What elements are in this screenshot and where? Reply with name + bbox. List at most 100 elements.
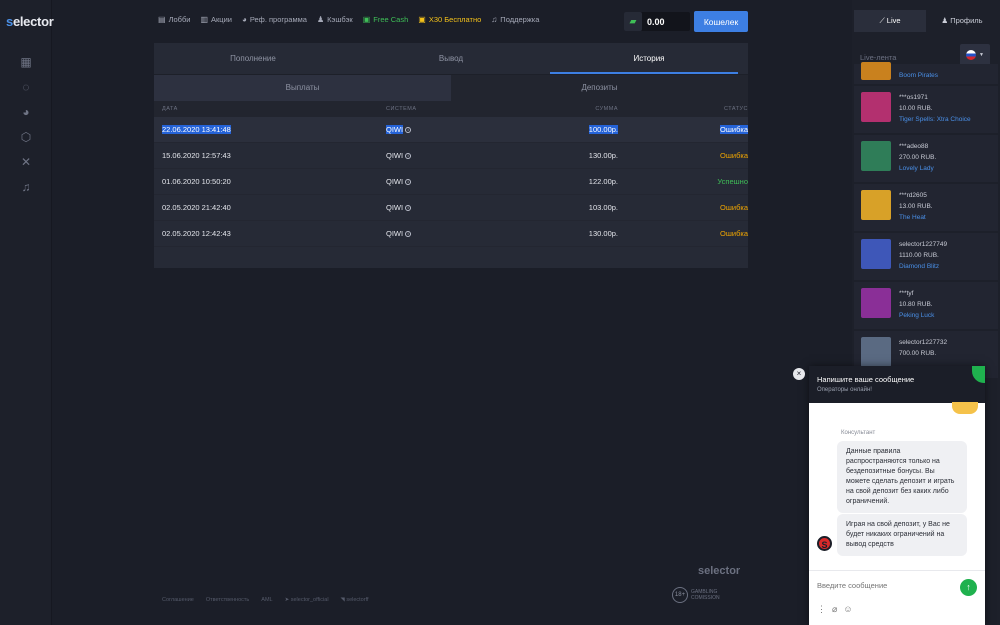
brand-logo[interactable]: selector	[6, 14, 54, 29]
feed-user: ***adeo88	[899, 143, 929, 150]
footer-link-responsibility[interactable]: Ответственность	[206, 597, 249, 603]
chat-title: Напишите ваше сообщение	[817, 375, 915, 384]
feed-amount: 700.00 RUB.	[899, 350, 937, 357]
tab-deposit[interactable]: Пополнение	[154, 43, 352, 74]
feed-user: selector1227749	[899, 241, 948, 248]
nav-cashback[interactable]: ♟ Кэшбэк	[317, 15, 353, 24]
footer-logo: selector	[698, 565, 741, 577]
info-icon[interactable]: i	[405, 179, 412, 186]
game-thumbnail	[861, 337, 891, 367]
x30-gift-icon: ▣	[418, 15, 426, 24]
game-thumbnail	[861, 288, 891, 318]
list-item[interactable]: ***rd2605 13.00 RUB. The Heat	[854, 184, 998, 231]
game-thumbnail	[861, 141, 891, 171]
row-date: 15.06.2020 12:57:43	[162, 151, 231, 160]
top-nav: ▤ Лобби ▥ Акции ◕ Реф. программа ♟ Кэшбэк ▣ F…	[158, 15, 539, 24]
tab-history[interactable]: История	[550, 43, 748, 74]
attach-icon[interactable]: ⌀	[832, 604, 837, 615]
chat-header: Напишите ваше сообщение Операторы онлайн…	[809, 366, 985, 403]
language-selector[interactable]: ▼	[960, 44, 990, 66]
row-system: QIWI	[386, 177, 404, 186]
row-date: 01.06.2020 10:50:20	[162, 177, 231, 186]
crossed-swords-icon[interactable]: ✕	[19, 155, 33, 169]
freecash-gift-icon: ▣	[362, 15, 371, 24]
feed-user: ***tyf	[899, 290, 914, 297]
row-amount: 130.00р.	[588, 151, 618, 160]
nav-promo[interactable]: ▥ Акции	[200, 15, 232, 24]
chat-input-area: ↑	[809, 570, 985, 602]
consultant-label: Консультант	[841, 430, 876, 436]
info-icon[interactable]: i	[405, 205, 412, 212]
dice-icon[interactable]: ⬡	[19, 130, 33, 144]
table-header: ДАТА СИСТЕМА СУММА СТАТУС	[154, 101, 748, 117]
row-system: QIWI	[386, 229, 404, 238]
info-icon[interactable]: i	[405, 127, 412, 134]
tab-profile[interactable]: ♟ Профиль	[926, 10, 998, 32]
live-casino-icon[interactable]: ◌	[19, 80, 33, 94]
feed-user: selector1227732	[899, 339, 948, 346]
table-row: 02.05.2020 12:42:43 QIWI i 130.00р. Ошибк…	[154, 221, 748, 247]
wallet-button[interactable]: Кошелек	[694, 11, 748, 32]
feed-game: Peking Luck	[899, 312, 935, 319]
nav-lobby[interactable]: ▤ Лобби	[158, 15, 190, 24]
send-button[interactable]: ↑	[960, 579, 977, 596]
list-item[interactable]: ***tyf 10.80 RUB. Peking Luck	[854, 282, 998, 329]
footer-link-agreement[interactable]: Соглашение	[162, 597, 194, 603]
balance-display: ▰ 0.00	[624, 12, 690, 31]
row-system: QIWI	[386, 125, 404, 134]
table-row: 22.06.2020 13:41:48 QIWI i 100.00р. Ошибк…	[154, 117, 748, 143]
footer-link-vk[interactable]: ◥ selectorff	[341, 597, 369, 603]
feed-game: Lovely Lady	[899, 165, 934, 172]
chat-message: Данные правила распространяются только н…	[837, 441, 967, 513]
nav-support[interactable]: ♫ Поддержка	[491, 15, 539, 24]
table-row: 02.05.2020 21:42:40 QIWI i 103.00р. Ошибк…	[154, 195, 748, 221]
tab-withdraw[interactable]: Вывод	[352, 43, 550, 74]
slots-icon[interactable]: ▦	[19, 55, 33, 69]
nav-referral[interactable]: ◕ Реф. программа	[242, 15, 307, 24]
message-input[interactable]	[817, 581, 957, 590]
more-icon[interactable]: ⋮	[817, 604, 826, 615]
emoji-icon[interactable]: ☺	[843, 604, 852, 615]
nav-freecash[interactable]: ▣ Free Cash	[363, 15, 409, 24]
feed-amount: 10.00 RUB.	[899, 105, 933, 112]
feed-game: Boom Pirates	[899, 72, 939, 79]
row-system: QIWI	[386, 203, 404, 212]
row-status: Успешно	[717, 177, 748, 186]
game-thumbnail	[861, 190, 891, 220]
subtab-payouts[interactable]: Выплаты	[154, 75, 451, 101]
main-tabs: Пополнение Вывод История	[154, 43, 748, 75]
feed-user: ***os1971	[899, 94, 928, 101]
chat-widget: × Напишите ваше сообщение Операторы онла…	[793, 366, 985, 625]
list-item[interactable]: ***adeo88 270.00 RUB. Lovely Lady	[854, 135, 998, 182]
support-headset-icon[interactable]: ♫	[19, 180, 33, 194]
sports-icon[interactable]: ◕	[19, 105, 33, 119]
tab-live[interactable]: ⟋ Live	[854, 10, 926, 32]
col-amount: СУММА	[595, 106, 618, 112]
feed-amount: 13.00 RUB.	[899, 203, 933, 210]
footer-link-telegram[interactable]: ➤ selector_official	[285, 597, 329, 603]
row-status: Ошибка	[720, 125, 748, 134]
russia-flag-icon	[966, 50, 977, 60]
money-icon: ▰	[624, 12, 642, 31]
close-icon[interactable]: ×	[793, 368, 805, 380]
sub-tabs: Выплаты Депозиты	[154, 75, 748, 101]
footer-links: Соглашение Ответственность AML ➤ selecto…	[162, 597, 369, 603]
age-18-icon: 18+	[672, 587, 688, 603]
row-amount: 103.00р.	[588, 203, 618, 212]
info-icon[interactable]: i	[405, 153, 412, 160]
row-amount: 130.00р.	[588, 229, 618, 238]
row-status: Ошибка	[720, 229, 748, 238]
nav-x30[interactable]: ▣ X30 Бесплатно	[418, 15, 481, 24]
list-item[interactable]: Boom Pirates	[854, 62, 998, 84]
chevron-down-icon: ▼	[979, 52, 984, 58]
feed-game: Tiger Spells: Xtra Choice	[899, 116, 971, 123]
col-system: СИСТЕМА	[386, 106, 417, 112]
list-item[interactable]: ***os1971 10.00 RUB. Tiger Spells: Xtra …	[854, 86, 998, 133]
subtab-deposits[interactable]: Депозиты	[451, 75, 748, 101]
user-icon: ♟	[941, 16, 951, 25]
referral-icon: ◕	[241, 15, 247, 24]
list-item[interactable]: selector1227749 1110.00 RUB. Diamond Bli…	[854, 233, 998, 280]
left-rail: selector ▦ ◌ ◕ ⬡ ✕ ♫	[0, 0, 54, 625]
footer-link-aml[interactable]: AML	[261, 597, 272, 603]
info-icon[interactable]: i	[405, 231, 412, 238]
